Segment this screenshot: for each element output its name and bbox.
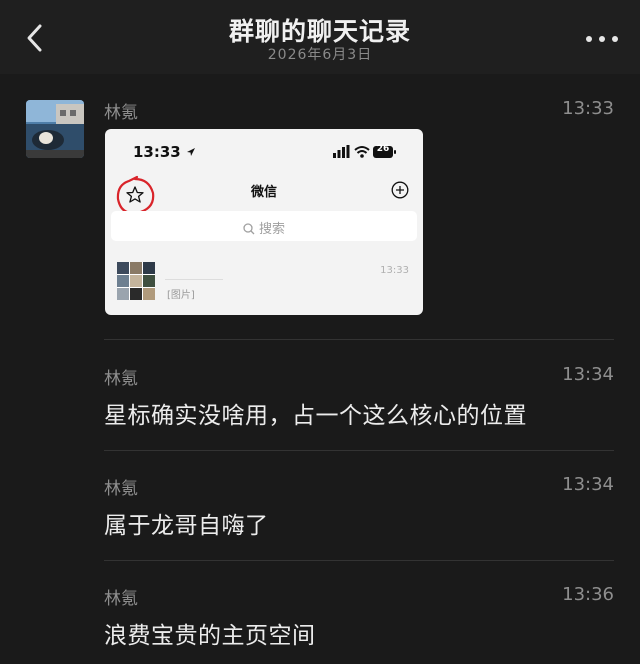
sender-name: 林氪 <box>104 103 138 123</box>
search-icon <box>243 223 255 235</box>
wechat-title: 微信 <box>250 185 277 200</box>
message-row: 林氪 13:34 星标确实没啥用，占一个这么核心的位置 <box>104 364 614 434</box>
search-bar: 搜索 <box>111 211 417 241</box>
status-time: 13:33 <box>133 143 196 161</box>
page-subtitle-date: 2026年6月3日 <box>267 47 373 63</box>
message-divider <box>104 560 614 561</box>
message-time: 13:33 <box>562 98 614 119</box>
nav-header: 群聊的聊天记录 2026年6月3日 <box>0 0 640 74</box>
message-time: 13:36 <box>562 584 614 605</box>
sender-name: 林氪 <box>104 479 138 499</box>
message-text: 浪费宝贵的主页空间 <box>104 623 316 649</box>
message-text: 星标确实没啥用，占一个这么核心的位置 <box>104 403 527 429</box>
chat-name-placeholder <box>165 279 223 280</box>
message-divider <box>104 339 614 340</box>
message-time: 13:34 <box>562 364 614 385</box>
chat-avatar-grid <box>117 262 155 300</box>
message-time: 13:34 <box>562 474 614 495</box>
sender-name: 林氪 <box>104 369 138 389</box>
message-row: 林氪 13:36 浪费宝贵的主页空间 <box>104 584 614 654</box>
avatar[interactable] <box>26 100 84 158</box>
message-text: 属于龙哥自嗨了 <box>104 513 269 539</box>
chat-time: 13:33 <box>380 265 409 276</box>
image-message[interactable]: 13:33 26 微信 搜索 13:33 [图片] <box>105 129 423 315</box>
add-circle-icon <box>391 181 409 199</box>
location-arrow-icon <box>186 148 195 156</box>
battery-level: 26 <box>376 144 390 154</box>
chat-preview: [图片] <box>167 290 195 301</box>
search-placeholder: 搜索 <box>258 222 285 237</box>
page-title: 群聊的聊天记录 <box>228 17 411 46</box>
message-row: 林氪 13:34 属于龙哥自嗨了 <box>104 474 614 544</box>
sender-name: 林氪 <box>104 589 138 609</box>
more-dots-icon[interactable] <box>584 26 620 50</box>
message-row: 林氪 13:33 <box>104 98 614 123</box>
message-divider <box>104 450 614 451</box>
